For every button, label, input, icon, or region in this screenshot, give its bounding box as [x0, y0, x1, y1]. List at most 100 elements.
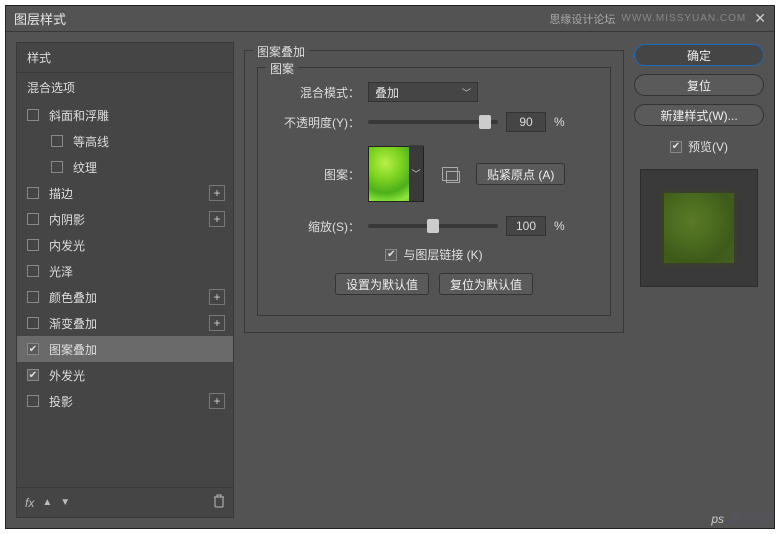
new-style-button[interactable]: 新建样式(W)... — [634, 104, 764, 126]
pattern-swatch[interactable]: ﹀ — [368, 146, 424, 202]
blend-options[interactable]: 混合选项 — [17, 73, 233, 102]
style-label: 内发光 — [49, 237, 225, 254]
preview-swatch — [664, 193, 734, 263]
style-item-1[interactable]: 等高线 — [17, 128, 233, 154]
sidebar-footer: fx ▲ ▼ — [17, 487, 233, 517]
reset-default-button[interactable]: 复位为默认值 — [439, 273, 533, 295]
watermark-ps: ps — [711, 512, 724, 526]
fx-icon[interactable]: fx — [25, 496, 34, 510]
set-default-button[interactable]: 设置为默认值 — [335, 273, 429, 295]
style-checkbox[interactable] — [27, 265, 39, 277]
style-checkbox[interactable] — [27, 317, 39, 329]
snap-origin-button[interactable]: 贴紧原点 (A) — [476, 163, 565, 185]
add-effect-icon[interactable]: + — [209, 211, 225, 227]
pattern-label: 图案： — [274, 166, 360, 183]
style-item-4[interactable]: 内阴影+ — [17, 206, 233, 232]
style-item-11[interactable]: 投影+ — [17, 388, 233, 414]
action-column: 确定 复位 新建样式(W)... ✔ 预览(V) — [634, 42, 764, 518]
style-label: 投影 — [49, 393, 209, 410]
credit-url: WWW.MISSYUAN.COM — [621, 13, 746, 24]
trash-icon[interactable] — [213, 494, 225, 511]
link-row: ✔ 与图层链接 (K) — [274, 246, 594, 263]
opacity-row: 不透明度(Y)： 90 % — [274, 112, 594, 132]
opacity-thumb[interactable] — [479, 115, 491, 129]
style-label: 描边 — [49, 185, 209, 202]
scale-input[interactable]: 100 — [506, 216, 546, 236]
style-checkbox[interactable] — [27, 239, 39, 251]
preview-label: 预览(V) — [688, 138, 728, 155]
style-checkbox[interactable] — [27, 109, 39, 121]
defaults-row: 设置为默认值 复位为默认值 — [274, 273, 594, 295]
style-label: 外发光 — [49, 367, 225, 384]
style-label: 渐变叠加 — [49, 315, 209, 332]
blend-mode-select[interactable]: 叠加 ﹀ — [368, 82, 478, 102]
pattern-row: 图案： ﹀ 贴紧原点 (A) — [274, 146, 594, 202]
style-checkbox[interactable] — [51, 161, 63, 173]
style-checkbox[interactable] — [27, 187, 39, 199]
opacity-slider[interactable] — [368, 120, 498, 124]
add-effect-icon[interactable]: + — [209, 185, 225, 201]
style-item-6[interactable]: 光泽 — [17, 258, 233, 284]
watermark-cn: 爱好者 — [728, 508, 770, 528]
titlebar[interactable]: 图层样式 思缘设计论坛 WWW.MISSYUAN.COM ✕ — [6, 6, 774, 32]
arrow-down-icon[interactable]: ▼ — [60, 497, 70, 508]
opacity-input[interactable]: 90 — [506, 112, 546, 132]
reset-button[interactable]: 复位 — [634, 74, 764, 96]
chevron-down-icon: ﹀ — [409, 145, 423, 201]
layer-style-dialog: 图层样式 思缘设计论坛 WWW.MISSYUAN.COM ✕ 样式 混合选项 斜… — [5, 5, 775, 529]
style-label: 图案叠加 — [49, 341, 225, 358]
style-item-7[interactable]: 颜色叠加+ — [17, 284, 233, 310]
style-item-9[interactable]: ✔ 图案叠加 — [17, 336, 233, 362]
style-label: 颜色叠加 — [49, 289, 209, 306]
new-pattern-icon[interactable] — [442, 167, 458, 181]
style-label: 斜面和浮雕 — [49, 107, 225, 124]
style-checkbox[interactable] — [27, 291, 39, 303]
dialog-title: 图层样式 — [14, 9, 549, 28]
preview-box — [640, 169, 758, 287]
style-label: 光泽 — [49, 263, 225, 280]
styles-sidebar: 样式 混合选项 斜面和浮雕等高线纹理描边+内阴影+内发光光泽颜色叠加+渐变叠加+… — [16, 42, 234, 518]
link-label: 与图层链接 (K) — [403, 246, 482, 263]
style-checkbox[interactable]: ✔ — [27, 343, 39, 355]
pattern-overlay-fieldset: 图案叠加 图案 混合模式： 叠加 ﹀ 不透明度(Y)： — [244, 50, 624, 333]
preview-checkbox[interactable]: ✔ — [670, 141, 682, 153]
style-item-8[interactable]: 渐变叠加+ — [17, 310, 233, 336]
add-effect-icon[interactable]: + — [209, 315, 225, 331]
percent-label: % — [554, 219, 565, 233]
style-item-5[interactable]: 内发光 — [17, 232, 233, 258]
close-icon[interactable]: ✕ — [754, 10, 766, 27]
style-item-3[interactable]: 描边+ — [17, 180, 233, 206]
pattern-group: 图案 混合模式： 叠加 ﹀ 不透明度(Y)： 90 — [257, 67, 611, 316]
settings-panel: 图案叠加 图案 混合模式： 叠加 ﹀ 不透明度(Y)： — [244, 42, 624, 518]
opacity-label: 不透明度(Y)： — [274, 114, 360, 131]
style-label: 内阴影 — [49, 211, 209, 228]
pattern-picker[interactable]: ﹀ — [368, 146, 424, 202]
scale-thumb[interactable] — [427, 219, 439, 233]
style-checkbox[interactable] — [27, 395, 39, 407]
percent-label: % — [554, 115, 565, 129]
watermark: ps 爱好者 — [711, 508, 770, 528]
style-item-10[interactable]: ✔ 外发光 — [17, 362, 233, 388]
panel-title: 图案叠加 — [253, 43, 309, 60]
style-checkbox[interactable]: ✔ — [27, 369, 39, 381]
link-checkbox[interactable]: ✔ — [385, 249, 397, 261]
arrow-up-icon[interactable]: ▲ — [42, 497, 52, 508]
scale-row: 缩放(S)： 100 % — [274, 216, 594, 236]
sidebar-header[interactable]: 样式 — [17, 43, 233, 73]
blend-mode-value: 叠加 — [375, 84, 399, 101]
scale-slider[interactable] — [368, 224, 498, 228]
style-label: 纹理 — [73, 159, 225, 176]
preview-row: ✔ 预览(V) — [634, 138, 764, 155]
style-checkbox[interactable] — [27, 213, 39, 225]
style-item-2[interactable]: 纹理 — [17, 154, 233, 180]
add-effect-icon[interactable]: + — [209, 393, 225, 409]
style-checkbox[interactable] — [51, 135, 63, 147]
add-effect-icon[interactable]: + — [209, 289, 225, 305]
style-list: 斜面和浮雕等高线纹理描边+内阴影+内发光光泽颜色叠加+渐变叠加+✔图案叠加✔外发… — [17, 102, 233, 487]
style-item-0[interactable]: 斜面和浮雕 — [17, 102, 233, 128]
ok-button[interactable]: 确定 — [634, 44, 764, 66]
credit-text: 思缘设计论坛 — [549, 11, 615, 27]
chevron-down-icon: ﹀ — [462, 86, 471, 99]
blend-mode-row: 混合模式： 叠加 ﹀ — [274, 82, 594, 102]
group-title: 图案 — [266, 60, 298, 77]
